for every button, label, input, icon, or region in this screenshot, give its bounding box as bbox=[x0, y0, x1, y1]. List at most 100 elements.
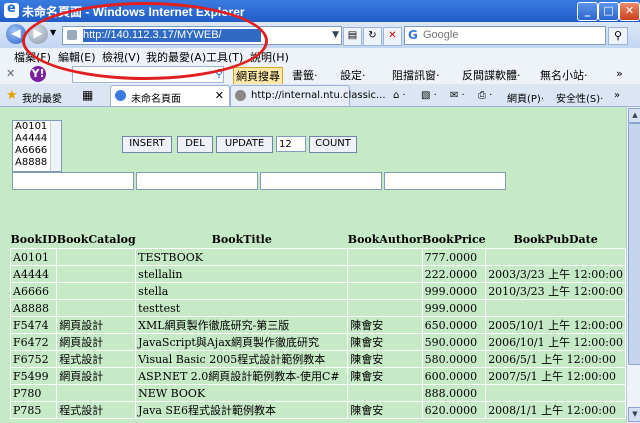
table-cell: TESTBOOK bbox=[135, 248, 349, 266]
address-box: ▼ bbox=[62, 26, 342, 45]
anti-spyware-button[interactable]: 反間諜軟體· bbox=[462, 67, 521, 83]
table-cell: XML網頁製作徹底研究-第三版 bbox=[135, 316, 349, 334]
tools-more-icon[interactable]: » bbox=[614, 90, 620, 101]
maximize-button[interactable]: □ bbox=[598, 2, 619, 21]
insert-button[interactable]: INSERT bbox=[122, 136, 172, 153]
table-cell bbox=[347, 265, 423, 283]
table-cell: 590.0000 bbox=[421, 333, 487, 351]
feeds-icon[interactable]: ▧ · bbox=[421, 90, 437, 101]
refresh-button[interactable]: ↻ bbox=[363, 27, 382, 46]
mail-icon[interactable]: ✉ · bbox=[450, 90, 465, 101]
table-cell: 2007/5/1 上午 12:00:00 bbox=[485, 367, 626, 385]
text-field-1[interactable] bbox=[12, 172, 134, 190]
scroll-up-icon[interactable]: ▲ bbox=[628, 108, 640, 123]
safety-menu[interactable]: 安全性(S)· bbox=[556, 90, 603, 105]
table-cell bbox=[347, 248, 423, 266]
page-scrollbar[interactable]: ▲ ▼ bbox=[626, 107, 640, 423]
text-field-3[interactable] bbox=[260, 172, 382, 190]
back-arrow-icon: ◀ bbox=[11, 26, 21, 40]
count-button[interactable]: COUNT bbox=[309, 136, 357, 153]
bookmarks-button[interactable]: 書籤· bbox=[292, 67, 318, 83]
table-cell bbox=[485, 384, 626, 402]
table-cell: stellalin bbox=[135, 265, 349, 283]
table-cell bbox=[347, 384, 423, 402]
wretch-button[interactable]: 無名小站· bbox=[540, 67, 588, 83]
google-icon: G bbox=[408, 28, 418, 42]
table-cell: F6472 bbox=[9, 333, 58, 351]
table-cell bbox=[56, 282, 137, 300]
quick-tabs-icon[interactable]: ▦ bbox=[82, 88, 93, 102]
yahoo-search-icon[interactable]: ⚲ bbox=[215, 67, 223, 80]
text-field-2[interactable] bbox=[136, 172, 258, 190]
col-header-bookauthor: BookAuthor bbox=[347, 232, 423, 246]
table-cell: 2010/3/23 上午 12:00:00 bbox=[485, 282, 626, 300]
scroll-down-icon[interactable]: ▼ bbox=[628, 407, 640, 422]
popup-blocker-button[interactable]: 阻擋訊窗· bbox=[392, 67, 440, 83]
table-cell: F6752 bbox=[9, 350, 58, 368]
tab-untitled-page[interactable]: 未命名頁面 ✕ bbox=[110, 85, 230, 106]
menu-edit[interactable]: 編輯(E) bbox=[58, 49, 96, 65]
listbox-scrollbar[interactable] bbox=[50, 121, 61, 171]
home-icon[interactable]: ⌂ · bbox=[393, 90, 406, 101]
toolbar-more-icon[interactable]: » bbox=[616, 67, 623, 80]
table-row: F6752 程式設計 Visual Basic 2005程式設計範例教本 陳會安 580… bbox=[9, 350, 626, 368]
refresh-icon: ↻ bbox=[368, 30, 377, 41]
web-search-button[interactable]: 網頁搜尋 bbox=[233, 67, 283, 85]
table-cell: 650.0000 bbox=[421, 316, 487, 334]
text-field-4[interactable] bbox=[384, 172, 506, 190]
menu-tools[interactable]: 工具(T) bbox=[206, 49, 243, 65]
address-input[interactable] bbox=[83, 28, 313, 42]
tab-label: http://internal.ntu.classic... bbox=[251, 90, 386, 101]
yahoo-logo[interactable]: Y! bbox=[30, 66, 46, 82]
tab-internal-ntu[interactable]: http://internal.ntu.classic... bbox=[230, 85, 386, 106]
menu-file[interactable]: 檔案(F) bbox=[14, 49, 51, 65]
back-button[interactable]: ◀ bbox=[6, 24, 26, 44]
table-cell bbox=[56, 248, 137, 266]
table-cell: P785 bbox=[9, 401, 58, 419]
search-input[interactable] bbox=[423, 28, 593, 42]
menu-view[interactable]: 檢視(V) bbox=[102, 49, 140, 65]
compat-icon: ▤ bbox=[347, 30, 358, 41]
scroll-thumb[interactable] bbox=[628, 123, 640, 365]
table-cell: 陳會安 bbox=[347, 367, 423, 385]
toolbar-close-icon[interactable]: ✕ bbox=[6, 67, 15, 80]
tab-ie-icon bbox=[115, 90, 126, 101]
minimize-button[interactable]: _ bbox=[577, 2, 598, 21]
forward-arrow-icon: ▶ bbox=[33, 26, 43, 40]
favorites-star-icon[interactable]: ★ bbox=[6, 88, 18, 103]
tab-page-icon bbox=[235, 90, 246, 101]
table-cell: 網頁設計 bbox=[56, 316, 137, 334]
table-cell: 陳會安 bbox=[347, 401, 423, 419]
yahoo-toolbar: ✕ Y! ⚲ 網頁搜尋 書籤· 設定· 阻擋訊窗· 反間諜軟體· 無名小站· » bbox=[0, 64, 640, 85]
table-row: A0101 TESTBOOK 777.0000 bbox=[9, 248, 626, 266]
forward-button[interactable]: ▶ bbox=[28, 24, 48, 44]
print-icon[interactable]: ⎙ · bbox=[478, 90, 492, 101]
search-go-button[interactable]: ⚲ bbox=[608, 27, 628, 45]
table-cell: F5474 bbox=[9, 316, 58, 334]
table-cell: Java SE6程式設計範例教本 bbox=[135, 401, 349, 419]
table-cell: 2008/1/1 上午 12:00:00 bbox=[485, 401, 626, 419]
table-cell: 陳會安 bbox=[347, 316, 423, 334]
history-dropdown-icon[interactable]: ▼ bbox=[50, 28, 56, 37]
yahoo-search-input[interactable] bbox=[72, 66, 224, 83]
del-button[interactable]: DEL bbox=[177, 136, 213, 153]
close-button[interactable]: ✕ bbox=[619, 2, 640, 21]
favorites-label[interactable]: 我的最愛 bbox=[22, 90, 62, 105]
bookid-listbox[interactable]: A0101 A4444 A6666 A8888 bbox=[12, 120, 62, 172]
table-cell: 620.0000 bbox=[421, 401, 487, 419]
table-cell: NEW BOOK bbox=[135, 384, 349, 402]
menu-favorites[interactable]: 我的最愛(A) bbox=[146, 49, 206, 65]
update-button[interactable]: UPDATE bbox=[216, 136, 273, 153]
tab-close-icon[interactable]: ✕ bbox=[215, 89, 224, 102]
stop-button[interactable]: ✕ bbox=[383, 27, 402, 46]
compat-view-button[interactable]: ▤ bbox=[343, 27, 362, 46]
table-cell: testtest bbox=[135, 299, 349, 317]
col-header-bookprice: BookPrice bbox=[422, 232, 486, 246]
count-input[interactable] bbox=[276, 136, 306, 152]
table-cell: 陳會安 bbox=[347, 350, 423, 368]
address-dropdown-icon[interactable]: ▼ bbox=[332, 30, 339, 40]
page-menu[interactable]: 網頁(P)· bbox=[507, 90, 544, 105]
settings-button[interactable]: 設定· bbox=[340, 67, 366, 83]
books-table: BookID BookCatalog BookTitle BookAuthor … bbox=[9, 230, 626, 419]
menu-help[interactable]: 說明(H) bbox=[250, 49, 289, 65]
